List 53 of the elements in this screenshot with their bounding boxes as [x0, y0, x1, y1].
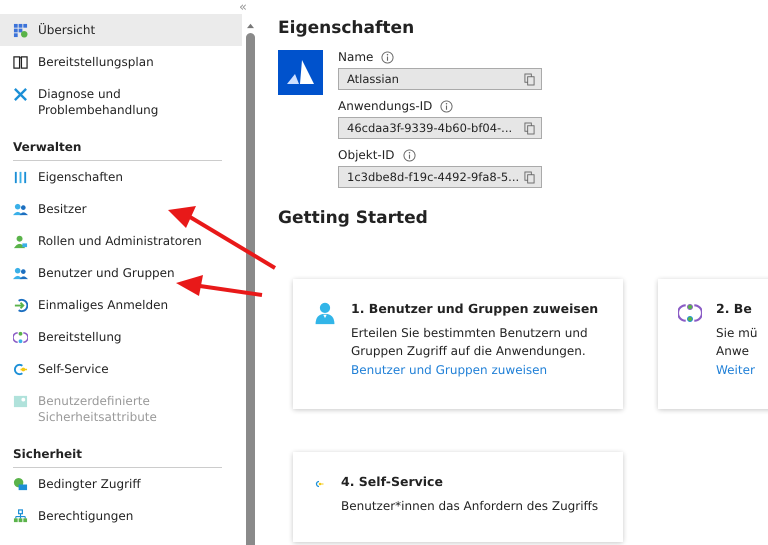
- scrollbar-thumb[interactable]: [246, 33, 255, 545]
- people-icon: [13, 202, 28, 217]
- sidebar-item[interactable]: Übersicht: [0, 14, 242, 46]
- field-label: Name: [338, 50, 374, 64]
- section-title: Eigenschaften: [278, 18, 416, 38]
- section-title: Getting Started: [278, 208, 429, 228]
- sidebar-item[interactable]: Bereitstellungsplan: [0, 46, 242, 78]
- info-icon[interactable]: [381, 50, 394, 64]
- person-icon: [313, 301, 337, 325]
- read-only-field[interactable]: 46cdaa3f-9339-4b60-bf04-...: [338, 117, 542, 139]
- card-link[interactable]: Weiter: [716, 363, 758, 377]
- info-icon[interactable]: [440, 100, 454, 112]
- people-icon: [13, 266, 28, 281]
- copy-icon[interactable]: [524, 122, 535, 134]
- book-icon: [13, 55, 28, 70]
- card-description: Benutzer*innen das Anfordern des Zugriffs: [341, 498, 598, 515]
- card-description: Sie mü Anwe: [716, 325, 758, 360]
- sidebar-item[interactable]: Benutzer und Gruppen: [0, 257, 242, 289]
- sidebar-item[interactable]: Berechtigungen: [0, 500, 242, 532]
- card-link[interactable]: Benutzer und Gruppen zuweisen: [351, 363, 607, 377]
- sidebar-item[interactable]: Rollen und Administratoren: [0, 225, 242, 257]
- hierarchy-icon: [13, 509, 28, 524]
- sign-in-icon: [13, 298, 28, 313]
- bars-icon: [13, 170, 28, 185]
- sidebar-item[interactable]: Einmaliges Anmelden: [0, 289, 242, 321]
- info-icon[interactable]: [402, 148, 416, 162]
- sync-icon: [13, 330, 28, 345]
- card-icon: [13, 394, 28, 409]
- read-only-field[interactable]: 1c3dbe8d-f19c-4492-9fa8-5...: [338, 166, 542, 188]
- sync-icon: [678, 301, 702, 325]
- sidebar-item[interactable]: Eigenschaften: [0, 161, 242, 193]
- copy-icon[interactable]: [524, 170, 535, 184]
- card-description: Erteilen Sie bestimmten Benutzern und Gruppen Zugriff auf die Anwendungen.: [351, 325, 589, 360]
- app-logo: [278, 50, 323, 95]
- person-icon: [13, 234, 28, 249]
- sidebar-item[interactable]: Diagnose und Problembehandlung: [0, 78, 242, 126]
- grid-icon: [13, 23, 28, 38]
- field-label: Anwendungs-ID: [338, 99, 432, 113]
- scroll-up-icon[interactable]: [246, 22, 255, 29]
- key-icon: [13, 362, 28, 377]
- read-only-field[interactable]: Atlassian: [338, 68, 542, 90]
- card-title: 2. Be: [716, 301, 753, 316]
- sidebar-item[interactable]: Bereitstellung: [0, 321, 242, 353]
- sidebar-item[interactable]: Besitzer: [0, 193, 242, 225]
- card-title: 4. Self-Service: [341, 474, 444, 489]
- sidebar-item[interactable]: Self-Service: [0, 353, 242, 385]
- sidebar-item[interactable]: Bedingter Zugriff: [0, 468, 242, 500]
- section-heading: Sicherheit: [12, 446, 83, 463]
- copy-icon[interactable]: [524, 72, 535, 86]
- card-title: 1. Benutzer und Gruppen zuweisen: [351, 301, 600, 316]
- field-label: Objekt-ID: [338, 148, 395, 162]
- shield-icon: [13, 477, 28, 492]
- section-heading: Verwalten: [12, 139, 82, 156]
